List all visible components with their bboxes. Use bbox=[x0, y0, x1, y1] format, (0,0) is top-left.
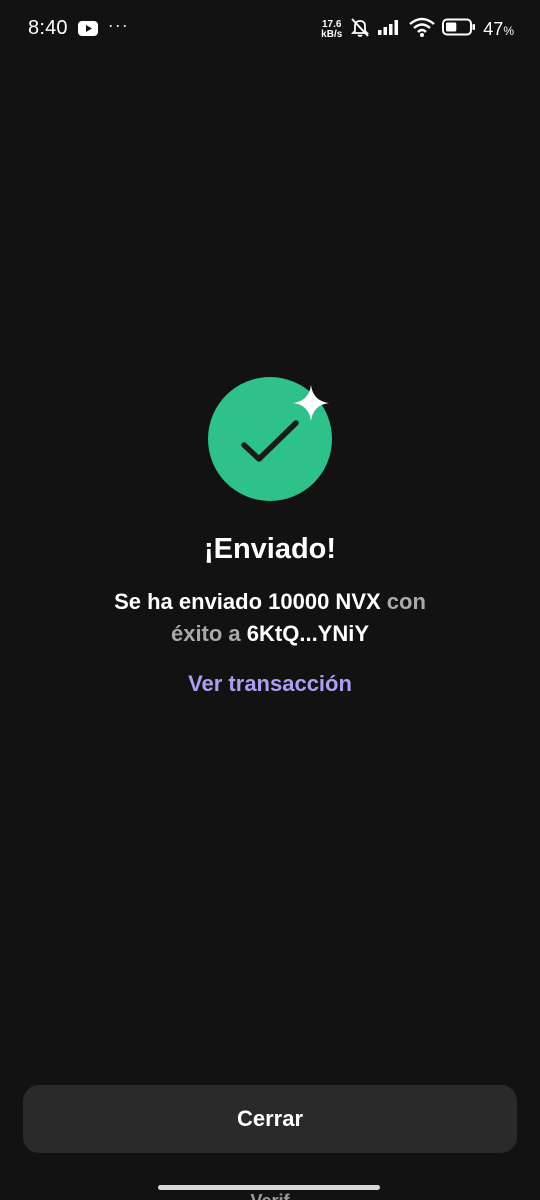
sent-message: Se ha enviado 10000 NVX con éxito a 6KtQ.… bbox=[60, 586, 480, 650]
home-indicator[interactable] bbox=[158, 1185, 380, 1190]
sent-amount-text: Se ha enviado 10000 NVX bbox=[114, 589, 381, 614]
background-peek-text: Verif bbox=[225, 1192, 315, 1200]
signal-icon bbox=[378, 19, 402, 40]
status-right: 17.6 kB/s 47% bbox=[321, 16, 514, 43]
view-transaction-link[interactable]: Ver transacción bbox=[0, 671, 540, 697]
battery-percent-value: 47 bbox=[483, 19, 504, 39]
network-speed: 17.6 kB/s bbox=[321, 18, 343, 40]
youtube-icon bbox=[77, 21, 98, 36]
network-speed-unit: kB/s bbox=[321, 28, 343, 40]
network-speed-value: 17.6 bbox=[322, 18, 342, 30]
battery-level-fill bbox=[446, 22, 457, 32]
more-notifications-icon: ··· bbox=[107, 15, 129, 35]
recipient-address: 6KtQ...YNiY bbox=[240, 621, 370, 646]
sent-title: ¡Enviado! bbox=[203, 533, 337, 565]
sparkle-icon bbox=[293, 385, 329, 421]
battery-percent-sign: % bbox=[503, 24, 514, 38]
battery-percent: 47% bbox=[483, 19, 514, 40]
status-time: 8:40 bbox=[28, 17, 68, 39]
mute-notifications-icon bbox=[349, 16, 371, 43]
status-bar: 8:40 ··· 17.6 kB/s 47% bbox=[0, 0, 540, 60]
status-left: 8:40 ··· bbox=[28, 15, 129, 40]
sent-connector-text: con bbox=[380, 589, 426, 614]
wifi-icon bbox=[409, 17, 436, 42]
close-button[interactable]: Cerrar bbox=[23, 1085, 517, 1153]
battery-icon bbox=[442, 18, 476, 41]
sent-success-text: éxito a bbox=[170, 621, 241, 646]
